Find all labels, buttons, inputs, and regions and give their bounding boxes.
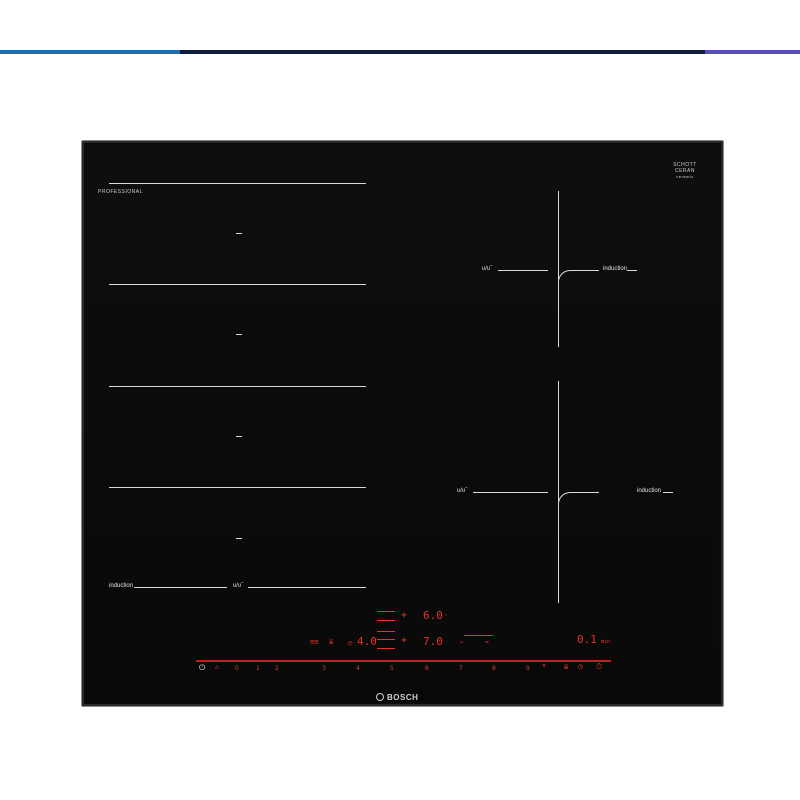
child-lock-icon[interactable]: ⌂ [215, 664, 219, 671]
header-bar-segment-navy [180, 50, 705, 54]
right-bottom-flex-label: ᴜ/ᴜ‾ [457, 488, 468, 494]
zone-indicator-top [377, 611, 395, 612]
timer-unit-icon: min [601, 639, 611, 645]
left-flex-underline [248, 587, 366, 588]
zone-indicator-plus-top[interactable]: + [401, 610, 407, 621]
right-top-flex-label: ᴜ/ᴜ‾ [482, 266, 493, 272]
slider-scale-7[interactable]: 7 [459, 665, 463, 672]
frying-sensor-icon[interactable]: ≣ [329, 638, 333, 646]
slider-scale-0[interactable]: 0 [235, 665, 239, 672]
left-induction-label: induction [109, 583, 134, 589]
brand-logo: BOSCH [376, 692, 419, 702]
left-zone-center-mark-1 [236, 233, 242, 234]
slider-scale-8[interactable]: 8 [492, 665, 496, 672]
right-bottom-vertical-line [558, 381, 559, 603]
boost-button-icon[interactable]: ⇈ [542, 662, 546, 669]
left-flex-label: ᴜ/ᴜ‾ [233, 583, 244, 589]
power-level-top-unit-icon: ◦ [444, 612, 448, 619]
right-bottom-induction-label: induction [637, 488, 662, 494]
zone-indicator-mid-1 [377, 631, 395, 632]
stopwatch-icon[interactable]: ⏱ [596, 662, 602, 672]
left-zone-line-2 [109, 284, 366, 285]
timer-button-icon[interactable]: ◷ [578, 662, 583, 671]
power-slider-bar[interactable] [196, 660, 611, 662]
slider-scale-2[interactable]: 2 [275, 665, 279, 672]
timer-small-icon[interactable]: ◴ [348, 639, 352, 647]
hob-glass-surface: PROFESSIONAL SCHOTT CERAN ceramic induct… [86, 145, 719, 702]
zone-indicator-top-2 [377, 620, 395, 621]
zone-indicator-mid-3 [377, 648, 395, 649]
slider-scale-4[interactable]: 4 [356, 665, 360, 672]
left-zone-center-mark-3 [236, 436, 242, 437]
right-top-vertical-line [558, 191, 559, 347]
glass-brand-line3: ceramic [676, 174, 694, 179]
slider-scale-1[interactable]: 1 [256, 665, 260, 672]
left-zone-line-1 [109, 183, 366, 184]
timer-display: 0.1 [577, 633, 597, 646]
power-icon[interactable]: ⏻ [199, 663, 205, 673]
right-top-curve [558, 270, 599, 291]
right-bottom-induction-underline [663, 492, 673, 493]
header-bar-segment-blue [0, 50, 180, 54]
zone-indicator-mid-2 [377, 639, 395, 640]
power-move-icon[interactable]: ≈ [485, 639, 489, 646]
left-zone-center-mark-2 [236, 334, 242, 335]
power-level-top[interactable]: 6.0 [423, 609, 443, 622]
move-function-icon[interactable]: ⌁ [460, 639, 464, 646]
header-bar-segment-purple [705, 50, 800, 54]
right-top-induction-label: induction [603, 266, 628, 272]
boost-icon[interactable]: ≡≡ [310, 638, 318, 646]
brand-name: BOSCH [387, 693, 419, 702]
cooking-sensor-icon[interactable]: ≣ [564, 663, 568, 671]
power-level-mid[interactable]: 7.0 [423, 635, 443, 648]
move-function-line [464, 635, 493, 636]
induction-hob: PROFESSIONAL SCHOTT CERAN ceramic induct… [81, 140, 724, 707]
slider-scale-3[interactable]: 3 [322, 665, 326, 672]
left-zone-line-4 [109, 487, 366, 488]
glass-brand: SCHOTT CERAN ceramic [671, 162, 699, 180]
slider-scale-9[interactable]: 9 [526, 665, 530, 672]
header-color-bar [0, 50, 800, 54]
left-induction-underline [134, 587, 227, 588]
right-top-induction-underline [627, 270, 637, 271]
right-bottom-flex-underline [473, 492, 548, 493]
slider-scale-6[interactable]: 6 [425, 665, 429, 672]
power-level-left[interactable]: 4.0 [357, 635, 377, 648]
zone-indicator-plus-mid[interactable]: + [401, 635, 407, 646]
bosch-emblem-icon [376, 692, 384, 701]
right-bottom-curve [558, 492, 599, 513]
slider-scale-5[interactable]: 5 [390, 665, 394, 672]
series-label: PROFESSIONAL [98, 189, 143, 195]
left-zone-center-mark-4 [236, 538, 242, 539]
left-zone-line-3 [109, 386, 366, 387]
right-top-flex-underline [498, 270, 548, 271]
